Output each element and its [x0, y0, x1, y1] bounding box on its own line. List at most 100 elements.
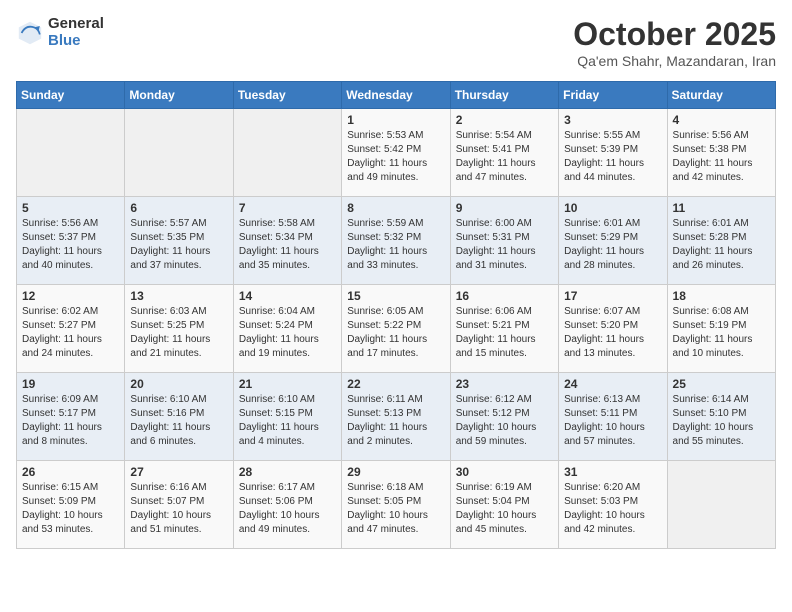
location-subtitle: Qa'em Shahr, Mazandaran, Iran — [573, 53, 776, 69]
day-number: 17 — [564, 289, 661, 303]
day-number: 6 — [130, 201, 227, 215]
day-info: Sunrise: 6:08 AM Sunset: 5:19 PM Dayligh… — [673, 305, 770, 361]
calendar-cell: 26Sunrise: 6:15 AM Sunset: 5:09 PM Dayli… — [17, 461, 125, 549]
calendar-cell: 18 Sunrise: 6:08 AM Sunset: 5:19 PM Dayli… — [667, 285, 775, 373]
day-info: Sunrise: 6:09 AM Sunset: 5:17 PM Dayligh… — [22, 393, 119, 449]
day-info: Sunrise: 6:07 AM Sunset: 5:20 PM Dayligh… — [564, 305, 661, 361]
weekday-header: Thursday — [450, 82, 558, 109]
day-info: Sunrise: 6:12 AM Sunset: 5:12 PM Dayligh… — [456, 393, 553, 449]
day-number: 18 — [673, 289, 770, 303]
day-info: Sunrise: 5:56 AM Sunset: 5:37 PM Dayligh… — [22, 217, 119, 273]
day-number: 20 — [130, 377, 227, 391]
day-info: Sunrise: 6:03 AM Sunset: 5:25 PM Dayligh… — [130, 305, 227, 361]
day-info: Sunrise: 6:13 AM Sunset: 5:11 PM Dayligh… — [564, 393, 661, 449]
weekday-header: Monday — [125, 82, 233, 109]
calendar-cell: 11 Sunrise: 6:01 AM Sunset: 5:28 PM Dayli… — [667, 197, 775, 285]
day-info: Sunrise: 5:56 AM Sunset: 5:38 PM Dayligh… — [673, 129, 770, 185]
weekday-header: Wednesday — [342, 82, 450, 109]
calendar-cell — [17, 109, 125, 197]
calendar-cell: 31 Sunrise: 6:20 AM Sunset: 5:03 PM Dayli… — [559, 461, 667, 549]
day-info: Sunrise: 5:57 AM Sunset: 5:35 PM Dayligh… — [130, 217, 227, 273]
calendar-cell: 4 Sunrise: 5:56 AM Sunset: 5:38 PM Daylig… — [667, 109, 775, 197]
day-info: Sunrise: 6:20 AM Sunset: 5:03 PM Dayligh… — [564, 481, 661, 537]
day-number: 8 — [347, 201, 444, 215]
day-number: 28 — [239, 465, 336, 479]
weekday-header: Tuesday — [233, 82, 341, 109]
day-number: 19 — [22, 377, 119, 391]
logo-text: General Blue — [48, 16, 104, 49]
logo-general-text: General — [48, 16, 104, 33]
day-number: 25 — [673, 377, 770, 391]
day-info: Sunrise: 6:01 AM Sunset: 5:29 PM Dayligh… — [564, 217, 661, 273]
day-number: 24 — [564, 377, 661, 391]
day-number: 11 — [673, 201, 770, 215]
calendar-cell: 8 Sunrise: 5:59 AM Sunset: 5:32 PM Daylig… — [342, 197, 450, 285]
page-header: General Blue October 2025 Qa'em Shahr, M… — [16, 16, 776, 69]
calendar-week-row: 1Sunrise: 5:53 AM Sunset: 5:42 PM Daylig… — [17, 109, 776, 197]
calendar-week-row: 19 Sunrise: 6:09 AM Sunset: 5:17 PM Dayli… — [17, 373, 776, 461]
day-info: Sunrise: 6:01 AM Sunset: 5:28 PM Dayligh… — [673, 217, 770, 273]
calendar-week-row: 5 Sunrise: 5:56 AM Sunset: 5:37 PM Daylig… — [17, 197, 776, 285]
day-number: 1 — [347, 113, 444, 127]
calendar-cell: 2Sunrise: 5:54 AM Sunset: 5:41 PM Daylig… — [450, 109, 558, 197]
day-number: 27 — [130, 465, 227, 479]
calendar-cell: 16 Sunrise: 6:06 AM Sunset: 5:21 PM Dayli… — [450, 285, 558, 373]
calendar-cell: 6 Sunrise: 5:57 AM Sunset: 5:35 PM Daylig… — [125, 197, 233, 285]
day-info: Sunrise: 6:17 AM Sunset: 5:06 PM Dayligh… — [239, 481, 336, 537]
weekday-header: Sunday — [17, 82, 125, 109]
day-number: 15 — [347, 289, 444, 303]
day-info: Sunrise: 6:00 AM Sunset: 5:31 PM Dayligh… — [456, 217, 553, 273]
calendar-cell: 7 Sunrise: 5:58 AM Sunset: 5:34 PM Daylig… — [233, 197, 341, 285]
calendar-cell: 12Sunrise: 6:02 AM Sunset: 5:27 PM Dayli… — [17, 285, 125, 373]
calendar-cell: 25 Sunrise: 6:14 AM Sunset: 5:10 PM Dayli… — [667, 373, 775, 461]
calendar-cell: 21 Sunrise: 6:10 AM Sunset: 5:15 PM Dayli… — [233, 373, 341, 461]
day-info: Sunrise: 6:11 AM Sunset: 5:13 PM Dayligh… — [347, 393, 444, 449]
calendar-cell: 20 Sunrise: 6:10 AM Sunset: 5:16 PM Dayli… — [125, 373, 233, 461]
day-number: 5 — [22, 201, 119, 215]
calendar-week-row: 12Sunrise: 6:02 AM Sunset: 5:27 PM Dayli… — [17, 285, 776, 373]
logo: General Blue — [16, 16, 104, 49]
day-number: 30 — [456, 465, 553, 479]
title-block: October 2025 Qa'em Shahr, Mazandaran, Ir… — [573, 16, 776, 69]
weekday-header: Friday — [559, 82, 667, 109]
day-number: 14 — [239, 289, 336, 303]
calendar-cell: 28 Sunrise: 6:17 AM Sunset: 5:06 PM Dayli… — [233, 461, 341, 549]
calendar-header-row: SundayMondayTuesdayWednesdayThursdayFrid… — [17, 82, 776, 109]
day-info: Sunrise: 6:06 AM Sunset: 5:21 PM Dayligh… — [456, 305, 553, 361]
day-info: Sunrise: 5:58 AM Sunset: 5:34 PM Dayligh… — [239, 217, 336, 273]
logo-blue-text: Blue — [48, 33, 104, 50]
calendar-cell: 14 Sunrise: 6:04 AM Sunset: 5:24 PM Dayli… — [233, 285, 341, 373]
day-info: Sunrise: 6:10 AM Sunset: 5:15 PM Dayligh… — [239, 393, 336, 449]
day-number: 21 — [239, 377, 336, 391]
day-number: 31 — [564, 465, 661, 479]
day-info: Sunrise: 5:59 AM Sunset: 5:32 PM Dayligh… — [347, 217, 444, 273]
day-number: 16 — [456, 289, 553, 303]
day-info: Sunrise: 6:14 AM Sunset: 5:10 PM Dayligh… — [673, 393, 770, 449]
day-number: 2 — [456, 113, 553, 127]
calendar-cell: 13Sunrise: 6:03 AM Sunset: 5:25 PM Dayli… — [125, 285, 233, 373]
day-info: Sunrise: 6:04 AM Sunset: 5:24 PM Dayligh… — [239, 305, 336, 361]
day-info: Sunrise: 6:19 AM Sunset: 5:04 PM Dayligh… — [456, 481, 553, 537]
calendar-cell: 5 Sunrise: 5:56 AM Sunset: 5:37 PM Daylig… — [17, 197, 125, 285]
calendar-cell: 9Sunrise: 6:00 AM Sunset: 5:31 PM Daylig… — [450, 197, 558, 285]
day-info: Sunrise: 6:10 AM Sunset: 5:16 PM Dayligh… — [130, 393, 227, 449]
calendar-cell: 3Sunrise: 5:55 AM Sunset: 5:39 PM Daylig… — [559, 109, 667, 197]
calendar-cell: 15Sunrise: 6:05 AM Sunset: 5:22 PM Dayli… — [342, 285, 450, 373]
calendar-cell: 29 Sunrise: 6:18 AM Sunset: 5:05 PM Dayli… — [342, 461, 450, 549]
day-info: Sunrise: 6:02 AM Sunset: 5:27 PM Dayligh… — [22, 305, 119, 361]
calendar-table: SundayMondayTuesdayWednesdayThursdayFrid… — [16, 81, 776, 549]
day-number: 3 — [564, 113, 661, 127]
calendar-cell — [125, 109, 233, 197]
calendar-cell: 17 Sunrise: 6:07 AM Sunset: 5:20 PM Dayli… — [559, 285, 667, 373]
calendar-cell — [667, 461, 775, 549]
day-number: 4 — [673, 113, 770, 127]
day-number: 29 — [347, 465, 444, 479]
day-number: 23 — [456, 377, 553, 391]
day-info: Sunrise: 6:15 AM Sunset: 5:09 PM Dayligh… — [22, 481, 119, 537]
day-info: Sunrise: 6:16 AM Sunset: 5:07 PM Dayligh… — [130, 481, 227, 537]
day-number: 7 — [239, 201, 336, 215]
weekday-header: Saturday — [667, 82, 775, 109]
calendar-cell: 24 Sunrise: 6:13 AM Sunset: 5:11 PM Dayli… — [559, 373, 667, 461]
calendar-week-row: 26Sunrise: 6:15 AM Sunset: 5:09 PM Dayli… — [17, 461, 776, 549]
day-info: Sunrise: 6:18 AM Sunset: 5:05 PM Dayligh… — [347, 481, 444, 537]
